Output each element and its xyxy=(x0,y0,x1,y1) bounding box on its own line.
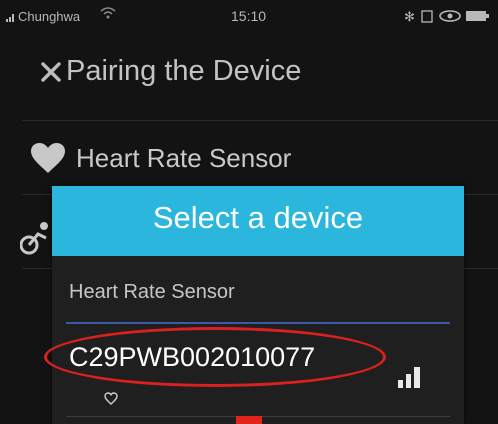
highlight-ellipse xyxy=(44,327,386,387)
red-marker xyxy=(236,416,262,424)
section-underline xyxy=(66,322,450,324)
close-icon[interactable] xyxy=(40,61,62,83)
carrier-indicator: Chunghwa xyxy=(6,9,81,24)
wifi-icon xyxy=(100,7,116,19)
page-title: Pairing the Device xyxy=(66,55,302,87)
dialog-title: Select a device xyxy=(152,200,364,235)
device-type-label: Heart Rate Sensor xyxy=(69,281,235,303)
cell-signal-icon xyxy=(6,14,14,22)
svg-text:✻: ✻ xyxy=(404,10,415,24)
system-status-icons: ✻ xyxy=(404,10,489,24)
select-device-dialog: Select a device Heart Rate Sensor C29PWB… xyxy=(52,186,464,424)
divider xyxy=(22,120,498,121)
heart-icon xyxy=(31,143,65,173)
dialog-header: Select a device xyxy=(52,186,464,256)
carrier-name: Chunghwa xyxy=(18,9,81,24)
status-bar: Chunghwa 15:10 ✻ xyxy=(0,0,498,32)
screen: Chunghwa 15:10 ✻ Pairing the Device Hear… xyxy=(0,0,498,424)
heart-icon xyxy=(104,392,118,405)
signal-strength-icon xyxy=(398,367,420,388)
status-time: 15:10 xyxy=(231,8,267,24)
sensor-list-item-label[interactable]: Heart Rate Sensor xyxy=(76,143,291,174)
